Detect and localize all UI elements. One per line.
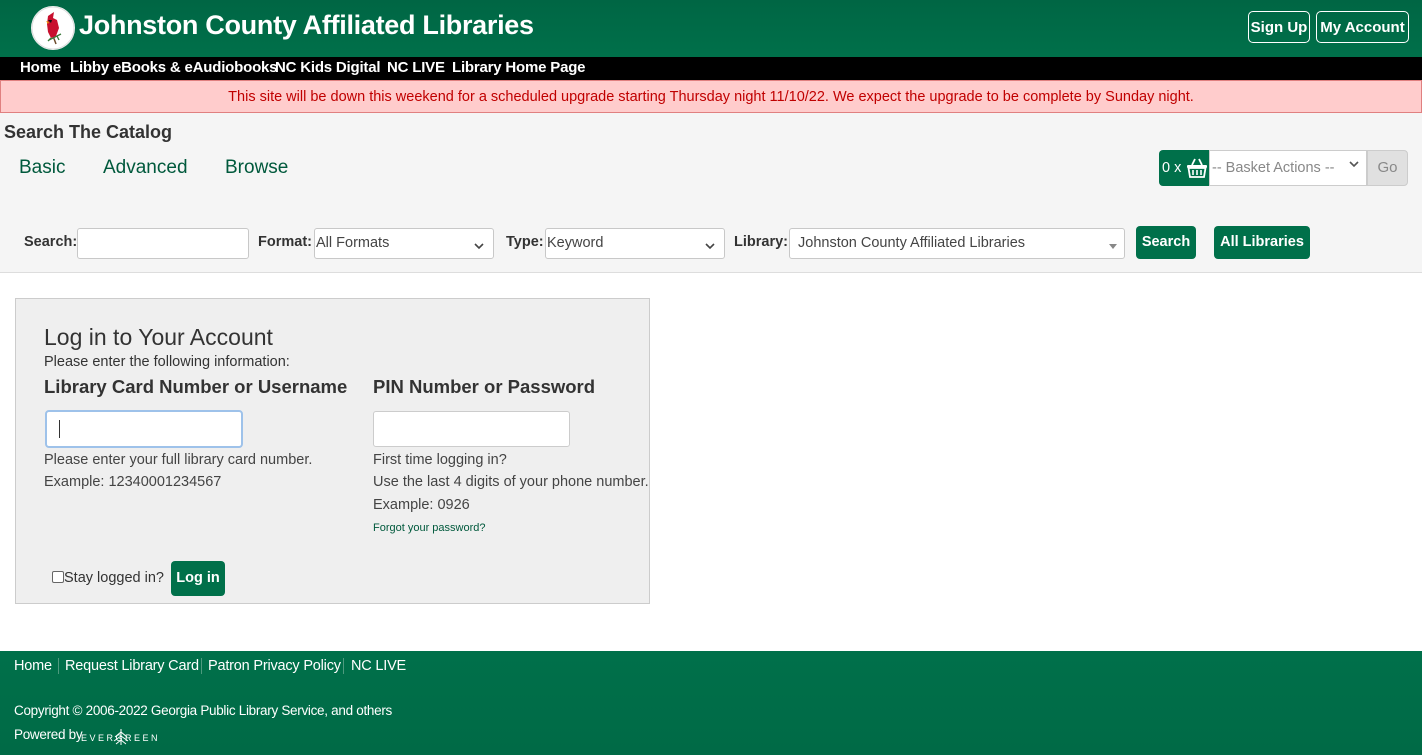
pin-label: PIN Number or Password xyxy=(373,376,596,397)
card-number-input[interactable] xyxy=(45,410,243,448)
text-cursor xyxy=(59,420,60,438)
basket-count: 0 x xyxy=(1162,160,1182,176)
format-label: Format: xyxy=(258,234,312,250)
search-input[interactable] xyxy=(77,228,249,259)
footer-separator xyxy=(201,658,202,674)
site-title[interactable]: Johnston County Affiliated Libraries xyxy=(79,10,534,41)
search-label: Search: xyxy=(24,234,78,250)
footer-link-nc-live[interactable]: NC LIVE xyxy=(351,658,406,674)
footer-separator xyxy=(58,658,59,674)
basket-icon xyxy=(1185,156,1209,185)
card-example: Example: 12340001234567 xyxy=(44,474,222,490)
nav-nc-live[interactable]: NC LIVE xyxy=(387,59,445,76)
evergreen-tree-icon xyxy=(112,728,130,751)
basket-actions-value: -- Basket Actions -- xyxy=(1212,160,1335,176)
nav-library-home-page[interactable]: Library Home Page xyxy=(452,59,586,76)
login-title: Log in to Your Account xyxy=(44,324,273,350)
footer-link-privacy[interactable]: Patron Privacy Policy xyxy=(208,658,341,674)
library-value: Johnston County Affiliated Libraries xyxy=(798,235,1026,251)
footer-link-home[interactable]: Home xyxy=(14,658,52,674)
stay-logged-in-checkbox[interactable] xyxy=(52,571,64,583)
chevron-down-icon xyxy=(705,238,715,256)
chevron-down-icon xyxy=(1349,158,1359,172)
footer-link-request-card[interactable]: Request Library Card xyxy=(65,658,199,674)
nav-nc-kids-digital[interactable]: NC Kids Digital xyxy=(275,59,381,76)
nav-libby[interactable]: Libby eBooks & eAudiobooks xyxy=(70,59,278,76)
my-account-button[interactable]: My Account xyxy=(1316,11,1409,43)
powered-by-text: Powered by xyxy=(14,727,83,742)
login-button[interactable]: Log in xyxy=(171,561,225,596)
tab-basic[interactable]: Basic xyxy=(19,157,65,179)
all-libraries-button[interactable]: All Libraries xyxy=(1214,226,1310,259)
format-value: All Formats xyxy=(316,235,390,251)
footer-separator xyxy=(343,658,344,674)
type-value: Keyword xyxy=(547,235,604,251)
pin-hint-phone: Use the last 4 digits of your phone numb… xyxy=(373,474,649,490)
search-button[interactable]: Search xyxy=(1136,226,1196,259)
tab-advanced[interactable]: Advanced xyxy=(103,157,188,179)
pin-input[interactable] xyxy=(373,411,570,447)
type-label: Type: xyxy=(506,234,544,250)
card-number-label: Library Card Number or Username xyxy=(44,376,348,397)
pin-example: Example: 0926 xyxy=(373,497,470,513)
copyright-text: Copyright © 2006-2022 Georgia Public Lib… xyxy=(14,703,392,718)
basket-go-button[interactable]: Go xyxy=(1367,150,1408,186)
tab-browse[interactable]: Browse xyxy=(225,157,288,179)
nav-home[interactable]: Home xyxy=(20,59,61,76)
login-instructions: Please enter the following information: xyxy=(44,354,290,370)
pin-hint-first-time: First time logging in? xyxy=(373,452,507,468)
search-title: Search The Catalog xyxy=(4,122,173,142)
alert-message: This site will be down this weekend for … xyxy=(228,89,1194,105)
sign-up-button[interactable]: Sign Up xyxy=(1248,11,1310,43)
cardinal-bird-logo[interactable] xyxy=(31,6,75,50)
forgot-password-link[interactable]: Forgot your password? xyxy=(373,522,486,534)
card-hint: Please enter your full library card numb… xyxy=(44,452,313,468)
stay-logged-in-label[interactable]: Stay logged in? xyxy=(64,570,164,586)
caret-down-icon xyxy=(1108,238,1118,256)
chevron-down-icon xyxy=(474,238,484,256)
library-label: Library: xyxy=(734,234,788,250)
